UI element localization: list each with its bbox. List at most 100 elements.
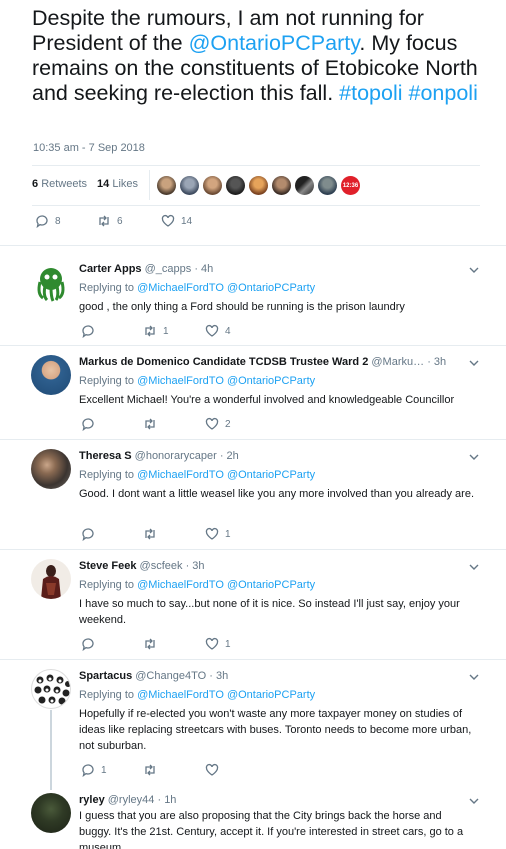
chevron-down-icon[interactable] bbox=[468, 357, 480, 369]
tweet-timestamp[interactable]: 10:35 am - 7 Sep 2018 bbox=[33, 142, 145, 154]
replying-label: Replying to bbox=[79, 375, 135, 387]
avatar[interactable] bbox=[31, 262, 71, 302]
avatar[interactable] bbox=[31, 669, 71, 709]
retweet-action[interactable] bbox=[143, 763, 205, 777]
mention-link[interactable]: @OntarioPCParty bbox=[227, 375, 315, 387]
liker-avatar[interactable] bbox=[180, 176, 199, 195]
chevron-down-icon[interactable] bbox=[468, 561, 480, 573]
liker-avatar[interactable] bbox=[295, 176, 314, 195]
retweets-stat[interactable]: 6 Retweets bbox=[32, 178, 87, 190]
reply-action[interactable]: 8 bbox=[35, 214, 97, 228]
mention-link[interactable]: @MichaelFordTO bbox=[137, 689, 224, 701]
chevron-down-icon[interactable] bbox=[468, 451, 480, 463]
like-action[interactable]: 4 bbox=[205, 324, 231, 338]
user-handle[interactable]: @Marku… bbox=[371, 356, 424, 368]
reply-text: Hopefully if re-elected you won't waste … bbox=[79, 708, 472, 752]
reply-text: good , the only thing a Ford should be r… bbox=[79, 301, 405, 313]
retweet-icon bbox=[145, 325, 155, 337]
mention-link[interactable]: @OntarioPCParty bbox=[227, 469, 315, 481]
user-name[interactable]: ryley bbox=[79, 794, 105, 806]
retweet-action[interactable] bbox=[143, 637, 205, 651]
user-handle[interactable]: @scfeek bbox=[140, 560, 183, 572]
user-name[interactable]: Steve Feek bbox=[79, 560, 136, 572]
likes-label: Likes bbox=[112, 178, 139, 190]
retweet-action[interactable] bbox=[143, 417, 205, 431]
chevron-down-icon[interactable] bbox=[468, 795, 480, 807]
mention-link[interactable]: @OntarioPCParty bbox=[189, 31, 360, 55]
reply-text: Excellent Michael! You're a wonderful in… bbox=[79, 394, 455, 406]
like-action[interactable]: 14 bbox=[161, 214, 192, 228]
reply-tweet[interactable]: Theresa S @honorarycaper · 2h Replying t… bbox=[0, 439, 506, 549]
avatar[interactable] bbox=[31, 793, 71, 833]
reply-tweet[interactable]: ryley @ryley44 · 1h I guess that you are… bbox=[0, 789, 506, 849]
user-name[interactable]: Carter Apps bbox=[79, 263, 142, 275]
like-action[interactable]: 1 bbox=[205, 527, 231, 541]
retweets-count: 6 bbox=[32, 178, 39, 190]
like-count: 2 bbox=[225, 418, 231, 430]
avatar[interactable] bbox=[31, 449, 71, 489]
heart-icon bbox=[205, 324, 219, 337]
replying-to: Replying to @MichaelFordTO @OntarioPCPar… bbox=[79, 469, 315, 481]
mention-link[interactable]: @MichaelFordTO bbox=[137, 375, 224, 387]
user-name[interactable]: Markus de Domenico Candidate TCDSB Trust… bbox=[79, 356, 368, 368]
mention-link[interactable]: @MichaelFordTO bbox=[137, 469, 224, 481]
likes-stat[interactable]: 14 Likes bbox=[97, 178, 138, 190]
reply-icon bbox=[82, 638, 94, 651]
like-action[interactable]: 1 bbox=[205, 637, 231, 651]
reply-tweet[interactable]: Markus de Domenico Candidate TCDSB Trust… bbox=[0, 345, 506, 439]
liker-avatar[interactable] bbox=[249, 176, 268, 195]
user-handle[interactable]: @_capps bbox=[145, 263, 192, 275]
reply-action[interactable] bbox=[81, 637, 143, 651]
hashtag-link[interactable]: #onpoli bbox=[409, 81, 478, 105]
like-action[interactable] bbox=[205, 763, 225, 777]
reply-action[interactable] bbox=[81, 324, 143, 338]
retweets-label: Retweets bbox=[41, 178, 88, 190]
replying-label: Replying to bbox=[79, 282, 135, 294]
liker-avatar[interactable] bbox=[157, 176, 176, 195]
user-handle[interactable]: @Change4TO bbox=[135, 670, 206, 682]
chevron-down-icon[interactable] bbox=[468, 671, 480, 683]
main-actions: 8 6 14 bbox=[35, 214, 192, 228]
retweet-icon bbox=[145, 418, 155, 430]
reply-time[interactable]: · 3h bbox=[427, 356, 446, 368]
tweet-text: Despite the rumours, I am not running fo… bbox=[32, 6, 492, 106]
replying-label: Replying to bbox=[79, 689, 135, 701]
liker-avatar[interactable] bbox=[226, 176, 245, 195]
avatar[interactable] bbox=[31, 355, 71, 395]
user-name[interactable]: Theresa S bbox=[79, 450, 132, 462]
reply-action[interactable]: 1 bbox=[81, 763, 143, 777]
hashtag-link[interactable]: #topoli bbox=[339, 81, 402, 105]
reply-time[interactable]: · 1h bbox=[157, 794, 176, 806]
like-action[interactable]: 2 bbox=[205, 417, 231, 431]
reply-time[interactable]: · 2h bbox=[220, 450, 239, 462]
reply-time[interactable]: · 3h bbox=[209, 670, 228, 682]
reply-time[interactable]: · 3h bbox=[186, 560, 205, 572]
mention-link[interactable]: @MichaelFordTO bbox=[137, 282, 224, 294]
mention-link[interactable]: @OntarioPCParty bbox=[227, 579, 315, 591]
liker-avatar-badge[interactable]: 12:36 bbox=[341, 176, 360, 195]
reply-action[interactable] bbox=[81, 417, 143, 431]
retweet-action[interactable]: 1 bbox=[143, 324, 205, 338]
mention-link[interactable]: @OntarioPCParty bbox=[227, 282, 315, 294]
retweet-action[interactable] bbox=[143, 527, 205, 541]
reply-header: Spartacus @Change4TO · 3h bbox=[79, 670, 228, 682]
stat-divider bbox=[149, 170, 150, 200]
reply-tweet[interactable]: Steve Feek @scfeek · 3h Replying to @Mic… bbox=[0, 549, 506, 659]
reply-tweet[interactable]: Carter Apps @_capps · 4h Replying to @Mi… bbox=[0, 252, 506, 344]
reply-header: Steve Feek @scfeek · 3h bbox=[79, 560, 205, 572]
retweet-action[interactable]: 6 bbox=[97, 214, 161, 228]
mention-link[interactable]: @OntarioPCParty bbox=[227, 689, 315, 701]
liker-avatar[interactable] bbox=[203, 176, 222, 195]
user-name[interactable]: Spartacus bbox=[79, 670, 132, 682]
user-handle[interactable]: @honorarycaper bbox=[135, 450, 217, 462]
liker-avatar[interactable] bbox=[272, 176, 291, 195]
user-handle[interactable]: @ryley44 bbox=[108, 794, 155, 806]
chevron-down-icon[interactable] bbox=[468, 264, 480, 276]
avatar[interactable] bbox=[31, 559, 71, 599]
mention-link[interactable]: @MichaelFordTO bbox=[137, 579, 224, 591]
liker-avatar[interactable] bbox=[318, 176, 337, 195]
reply-action[interactable] bbox=[81, 527, 143, 541]
retweet-count: 6 bbox=[117, 215, 123, 227]
reply-tweet[interactable]: Spartacus @Change4TO · 3h Replying to @M… bbox=[0, 659, 506, 789]
reply-time[interactable]: · 4h bbox=[194, 263, 213, 275]
